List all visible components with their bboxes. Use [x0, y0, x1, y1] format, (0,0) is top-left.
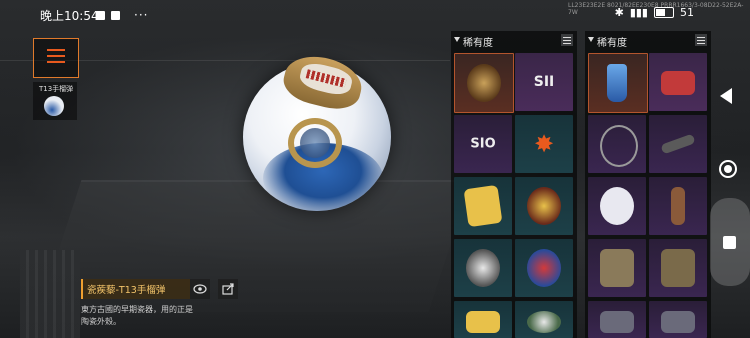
- bluetooth-icon: ✱: [614, 6, 624, 19]
- rarity-sort-label: 稀有度: [597, 38, 627, 49]
- sticker-tile[interactable]: [454, 301, 512, 338]
- lamp-charm-icon: [671, 187, 685, 225]
- sticker-panel: 稀有度 SII SIO ✸: [451, 31, 577, 338]
- charm-tile[interactable]: [588, 177, 646, 235]
- sticker-tile[interactable]: SIO: [454, 115, 512, 173]
- bottle-charm-icon: [607, 64, 627, 102]
- charm-tile[interactable]: [649, 53, 707, 111]
- charm-tile[interactable]: [649, 177, 707, 235]
- house-charm-icon: [661, 249, 695, 287]
- pull-ring: [288, 118, 342, 168]
- notification-icon: [96, 10, 105, 20]
- status-bar: 晚上10:54 ··· LL23E23E2E 8021/82EE230E8 PR…: [0, 0, 750, 28]
- explosion-icon: ✸: [533, 130, 555, 158]
- sticker-tile[interactable]: [515, 177, 573, 235]
- item-name-bar: 瓷蒺藜-T13手榴弹: [81, 279, 190, 299]
- charm-icon: [600, 311, 634, 333]
- rarity-sort-label: 稀有度: [463, 38, 493, 49]
- sort-icon[interactable]: [695, 34, 707, 46]
- unicorn-charm-icon: [600, 187, 634, 225]
- charm-tile[interactable]: [649, 115, 707, 173]
- sticker-icon: [466, 311, 500, 333]
- charm-tile[interactable]: [588, 53, 648, 113]
- charm-tile[interactable]: [588, 115, 646, 173]
- battery-icon: [654, 7, 674, 18]
- sticker-tile[interactable]: [515, 239, 573, 297]
- charm-icon: [661, 311, 695, 333]
- sticker-tile[interactable]: [454, 53, 514, 113]
- skull-badge-icon: [467, 64, 501, 102]
- list-icon: [47, 49, 65, 67]
- category-menu-button[interactable]: [33, 38, 79, 78]
- status-time: 晚上10:54: [40, 9, 99, 23]
- item-description: 東方古國的早期瓷器，用的正是陶瓷外殼。: [81, 305, 193, 326]
- ammo-box: [20, 250, 80, 338]
- home-nav-button[interactable]: [719, 160, 737, 178]
- charm-panel-header[interactable]: 稀有度: [585, 31, 711, 49]
- share-icon: [222, 283, 234, 295]
- notification-icons: ···: [96, 8, 148, 22]
- battery-level: 51: [680, 6, 694, 19]
- sticker-tile[interactable]: [454, 177, 512, 235]
- way-badge-icon: [466, 249, 500, 287]
- notification-icon: [111, 10, 120, 20]
- charm-tile[interactable]: [649, 239, 707, 297]
- horse-charm-icon: [661, 71, 695, 95]
- rifle-charm-icon: [660, 133, 696, 155]
- item-name: 瓷蒺藜-T13手榴弹: [87, 285, 166, 296]
- sidebar-item-grenade[interactable]: T13手榴弹: [33, 82, 77, 120]
- sticker-tile[interactable]: [454, 239, 512, 297]
- system-icons: ✱ ▮▮▮ 51: [615, 6, 694, 19]
- chevron-down-icon: [454, 37, 460, 42]
- w-badge-icon: [463, 184, 503, 228]
- sii-badge-icon: SII: [533, 74, 555, 90]
- eye-icon: [193, 284, 207, 294]
- sticker-tile[interactable]: ✸: [515, 115, 573, 173]
- charm-tile[interactable]: [588, 239, 646, 297]
- tower-charm-icon: [600, 249, 634, 287]
- chevron-down-icon: [588, 37, 594, 42]
- sticker-icon: [527, 311, 561, 333]
- charm-tile[interactable]: [649, 301, 707, 338]
- recents-nav-button[interactable]: [723, 236, 736, 249]
- sticker-panel-header[interactable]: 稀有度: [451, 31, 577, 49]
- share-button[interactable]: [218, 279, 238, 299]
- back-nav-button[interactable]: [720, 88, 732, 104]
- drone-charm-icon: [600, 125, 638, 167]
- signal-icon: ▮▮▮: [629, 6, 648, 19]
- charm-tile[interactable]: [588, 301, 646, 338]
- preview-button[interactable]: [190, 279, 210, 299]
- shark-badge-icon: [527, 187, 561, 225]
- sidebar-item-label: T13手榴弹: [39, 85, 74, 93]
- grenade-thumbnail: [44, 96, 64, 116]
- sort-icon[interactable]: [561, 34, 573, 46]
- rose-badge-icon: [527, 249, 561, 287]
- sticker-tile[interactable]: [515, 301, 573, 338]
- sticker-tile[interactable]: SII: [515, 53, 573, 111]
- charm-panel: 稀有度: [585, 31, 711, 338]
- more-dots-icon: ···: [134, 8, 149, 22]
- sio-badge-icon: SIO: [470, 136, 496, 152]
